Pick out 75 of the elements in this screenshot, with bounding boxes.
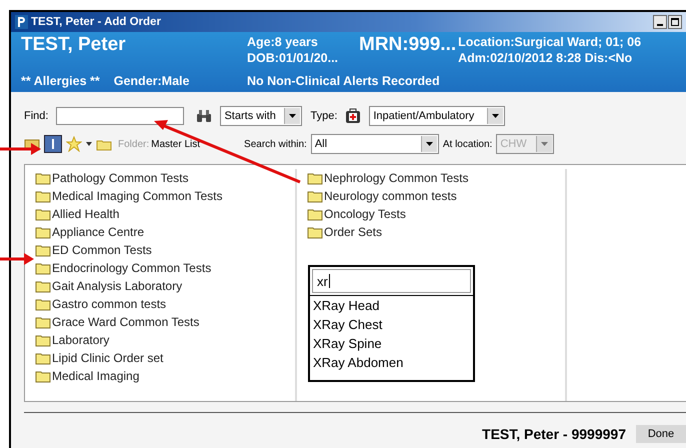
dropdown-arrow-icon	[289, 114, 296, 118]
folder-item[interactable]: Neurology common tests	[307, 187, 565, 205]
annotation-arrow	[0, 143, 41, 155]
folder-label: Folder:	[118, 138, 150, 150]
maximize-icon	[671, 18, 679, 26]
folder-item[interactable]: Gait Analysis Laboratory	[35, 277, 295, 295]
folder-item[interactable]: Grace Ward Common Tests	[35, 313, 295, 331]
list-view-button[interactable]	[44, 135, 62, 153]
folder-item[interactable]: Lipid Clinic Order set	[35, 349, 295, 367]
type-dropdown[interactable]: Inpatient/Ambulatory	[369, 106, 506, 126]
gender-label: Gender:Male	[114, 74, 190, 88]
suggestion-item[interactable]: XRay Head	[310, 296, 473, 315]
patient-name: TEST, Peter	[21, 34, 127, 56]
patient-footer-label: TEST, Peter - 9999997	[482, 426, 626, 442]
folder-item[interactable]: Nephrology Common Tests	[307, 169, 565, 187]
folder-item[interactable]: Oncology Tests	[307, 205, 565, 223]
autocomplete-field[interactable]: xr	[312, 269, 471, 293]
folder-item[interactable]: Gastro common tests	[35, 295, 295, 313]
annotation-arrow	[0, 253, 34, 265]
folder-icon	[35, 244, 51, 256]
folder-icon	[35, 190, 51, 202]
search-within-label: Search within:	[244, 138, 307, 150]
folder-item[interactable]: Endocrinology Common Tests	[35, 259, 295, 277]
suggestion-item[interactable]: XRay Chest	[310, 315, 473, 334]
done-button[interactable]: Done	[636, 425, 686, 443]
app-logo-icon	[15, 15, 28, 29]
minimize-button[interactable]	[653, 15, 667, 29]
folder-icon	[35, 298, 51, 310]
dropdown-arrow-icon	[426, 142, 433, 146]
folder-item[interactable]: Laboratory	[35, 331, 295, 349]
folder-item[interactable]: ED Common Tests	[35, 241, 295, 259]
folder-icon	[35, 172, 51, 184]
folder-icon	[307, 172, 323, 184]
window-title: TEST, Peter - Add Order	[31, 16, 162, 28]
folder-item[interactable]: Pathology Common Tests	[35, 169, 295, 187]
admission-label: Adm:02/10/2012 8:28 Dis:<No	[458, 50, 634, 66]
folder-icon	[35, 370, 51, 382]
find-label: Find:	[24, 110, 48, 122]
folder-icon	[35, 334, 51, 346]
dropdown-arrow-icon	[492, 114, 500, 118]
folder-icon	[307, 190, 323, 202]
dropdown-arrow-icon	[541, 142, 548, 146]
folder-icon	[35, 280, 51, 292]
allergies-label: ** Allergies **	[21, 74, 100, 88]
star-icon[interactable]	[66, 136, 82, 152]
folder-item[interactable]: Allied Health	[35, 205, 295, 223]
type-label: Type:	[310, 110, 338, 122]
folder-icon	[307, 208, 323, 220]
folder-icon	[35, 352, 51, 364]
maximize-button[interactable]	[668, 15, 682, 29]
find-field[interactable]	[56, 107, 184, 125]
dob-label: DOB:01/01/20...	[247, 50, 340, 66]
folder-icon	[35, 226, 51, 238]
folder-icon	[35, 316, 51, 328]
at-location-label: At location:	[442, 138, 492, 150]
folder-item[interactable]: Appliance Centre	[35, 223, 295, 241]
search-within-dropdown[interactable]: All	[310, 134, 439, 154]
age-label: Age:8 years	[247, 34, 319, 50]
folder-icon	[307, 226, 323, 238]
caret-icon[interactable]	[86, 142, 92, 146]
folder-name: Master List	[151, 138, 200, 150]
folder-icon	[35, 208, 51, 220]
folder-icon	[35, 262, 51, 274]
folder-item[interactable]: Order Sets	[307, 223, 565, 241]
suggestion-item[interactable]: XRay Abdomen	[310, 353, 473, 372]
mrn-label: MRN:999...	[359, 34, 456, 56]
folder-item[interactable]: Medical Imaging Common Tests	[35, 187, 295, 205]
folder-item[interactable]: Medical Imaging	[35, 367, 295, 385]
match-dropdown[interactable]: Starts with	[220, 106, 302, 126]
location-label: Location:Surgical Ward; 01; 06	[458, 34, 642, 50]
folder-icon	[96, 138, 112, 150]
alerts-label: No Non-Clinical Alerts Recorded	[247, 74, 441, 88]
suggestion-item[interactable]: XRay Spine	[310, 334, 473, 353]
binoculars-icon[interactable]	[196, 109, 212, 123]
medical-kit-icon	[345, 108, 362, 124]
